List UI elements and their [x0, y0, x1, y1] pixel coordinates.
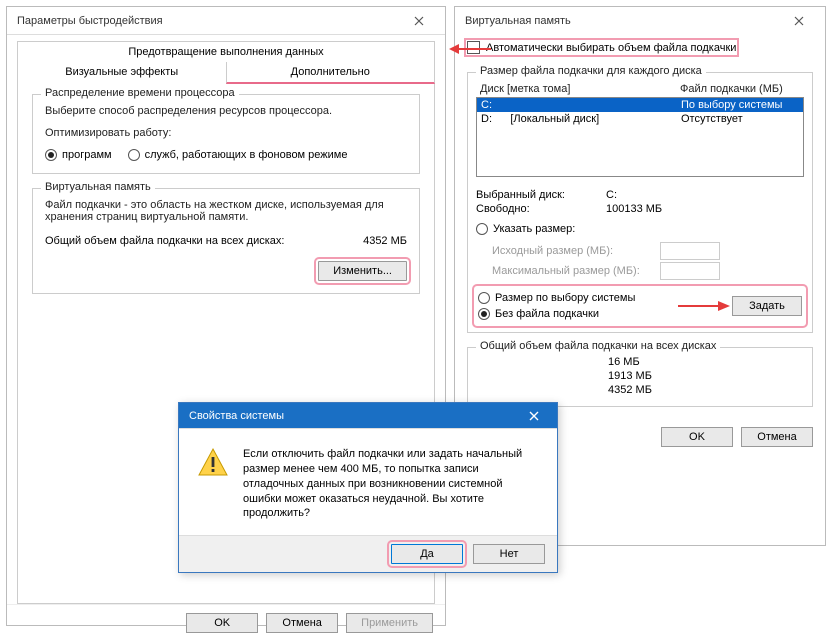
- group-title: Виртуальная память: [41, 181, 155, 193]
- vm-total-value: 4352 МБ: [363, 235, 407, 247]
- selected-drive-value: C:: [606, 189, 617, 201]
- group-title: Распределение времени процессора: [41, 87, 239, 99]
- radio-system-managed[interactable]: Размер по выбору системы: [478, 292, 635, 304]
- table-row[interactable]: C: По выбору системы: [477, 98, 803, 112]
- cancel-button[interactable]: Отмена: [266, 613, 338, 633]
- drive-listbox[interactable]: C: По выбору системы D: [Локальный диск]…: [476, 97, 804, 177]
- col-file: Файл подкачки (МБ): [676, 81, 804, 97]
- tab-advanced[interactable]: Дополнительно: [226, 62, 436, 84]
- titlebar: Виртуальная память: [455, 7, 825, 35]
- tabs-row-1: Предотвращение выполнения данных: [17, 41, 435, 62]
- totals-group: Общий объем файла подкачки на всех диска…: [467, 347, 813, 407]
- annotation-arrow-icon: [676, 297, 732, 315]
- cpu-radio-row: программ служб, работающих в фоновом реж…: [45, 149, 407, 161]
- free-value: 100133 МБ: [606, 203, 662, 215]
- checkbox-icon: [467, 41, 480, 54]
- radio-custom-size[interactable]: Указать размер:: [476, 223, 575, 235]
- msgbox-body: Если отключить файл подкачки или задать …: [179, 429, 557, 535]
- radio-no-paging-file[interactable]: Без файла подкачки: [478, 308, 599, 320]
- close-button[interactable]: [779, 10, 819, 32]
- radio-programs[interactable]: программ: [45, 149, 112, 161]
- window-title: Виртуальная память: [465, 15, 571, 27]
- table-header: Диск [метка тома] Файл подкачки (МБ): [476, 81, 804, 97]
- cancel-button[interactable]: Отмена: [741, 427, 813, 447]
- system-properties-msgbox: Свойства системы Если отключить файл под…: [178, 402, 558, 573]
- msgbox-text: Если отключить файл подкачки или задать …: [243, 447, 539, 521]
- warning-icon: [197, 447, 229, 479]
- window-title: Параметры быстродействия: [17, 15, 163, 27]
- radio-services[interactable]: служб, работающих в фоновом режиме: [128, 149, 348, 161]
- yes-button[interactable]: Да: [391, 544, 463, 564]
- tab-dep[interactable]: Предотвращение выполнения данных: [17, 41, 435, 62]
- vm-total-label: Общий объем файла подкачки на всех диска…: [45, 235, 284, 247]
- titlebar: Параметры быстродействия: [7, 7, 445, 35]
- rec-value: 1913 МБ: [608, 370, 652, 382]
- radio-icon: [476, 223, 488, 235]
- tabs-row-2: Визуальные эффекты Дополнительно: [17, 62, 435, 84]
- min-value: 16 МБ: [608, 356, 640, 368]
- radio-icon: [45, 149, 57, 161]
- table-row[interactable]: D: [Локальный диск] Отсутствует: [477, 112, 803, 126]
- close-button[interactable]: [399, 10, 439, 32]
- initial-size-label: Исходный размер (МБ):: [492, 245, 652, 257]
- dialog-buttons: OK Отмена Применить: [7, 604, 445, 641]
- selected-drive-label: Выбранный диск:: [476, 189, 606, 201]
- group-title: Размер файла подкачки для каждого диска: [476, 65, 706, 77]
- titlebar: Свойства системы: [179, 403, 557, 429]
- each-drive-group: Размер файла подкачки для каждого диска …: [467, 72, 813, 333]
- radio-icon: [478, 292, 490, 304]
- ok-button[interactable]: OK: [186, 613, 258, 633]
- group-title: Общий объем файла подкачки на всех диска…: [476, 340, 720, 352]
- cpu-desc: Выберите способ распределения ресурсов п…: [45, 105, 407, 117]
- tab-visual-effects[interactable]: Визуальные эффекты: [17, 62, 226, 84]
- msgbox-buttons: Да Нет: [179, 535, 557, 572]
- free-label: Свободно:: [476, 203, 606, 215]
- vm-desc: Файл подкачки - это область на жестком д…: [45, 199, 407, 223]
- close-button[interactable]: [517, 405, 551, 427]
- col-disk: Диск [метка тома]: [476, 81, 676, 97]
- apply-button[interactable]: Применить: [346, 613, 433, 633]
- virtual-memory-group: Виртуальная память Файл подкачки - это о…: [32, 188, 420, 294]
- no-button[interactable]: Нет: [473, 544, 545, 564]
- set-button[interactable]: Задать: [732, 296, 802, 316]
- msgbox-title: Свойства системы: [189, 410, 284, 422]
- radio-icon: [128, 149, 140, 161]
- change-button[interactable]: Изменить...: [318, 261, 407, 281]
- cpu-scheduling-group: Распределение времени процессора Выберит…: [32, 94, 420, 174]
- vm-content: Автоматически выбирать объем файла подка…: [455, 35, 825, 457]
- auto-manage-checkbox[interactable]: Автоматически выбирать объем файла подка…: [467, 41, 736, 54]
- ok-button[interactable]: OK: [661, 427, 733, 447]
- max-size-label: Максимальный размер (МБ):: [492, 265, 652, 277]
- initial-size-input: [660, 242, 720, 260]
- radio-icon: [478, 308, 490, 320]
- max-size-input: [660, 262, 720, 280]
- optimize-label: Оптимизировать работу:: [45, 127, 407, 139]
- cur-value: 4352 МБ: [608, 384, 652, 396]
